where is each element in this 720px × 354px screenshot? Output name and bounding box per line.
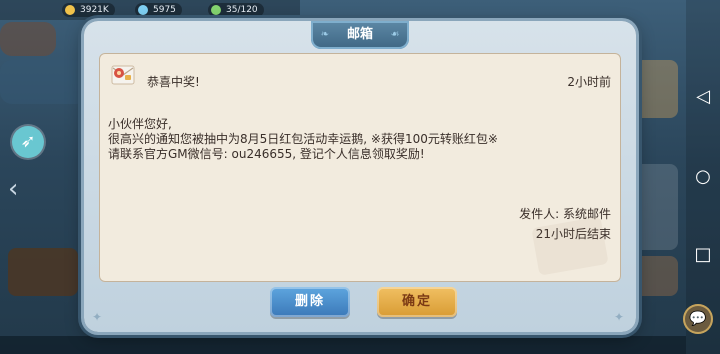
corner-ornament-right-icon: ✦ (614, 310, 625, 324)
confirm-button[interactable]: 确定 (377, 287, 457, 317)
corner-ornament-left-icon: ✦ (92, 310, 103, 324)
android-navigation-bar: ◁ ○ □ (686, 0, 720, 354)
stamina-value: 35/120 (226, 5, 258, 15)
title-ornament-right-icon: ☙ (390, 29, 400, 40)
right-side-panels (630, 60, 680, 320)
mission-card[interactable] (630, 164, 678, 250)
chat-icon[interactable]: 💬 (683, 304, 713, 334)
mail-body: 小伙伴您好, 很高兴的通知您被抽中为8月5日红包活动幸运鹅, ※获得100元转账… (108, 117, 498, 162)
rocket-icon[interactable]: ➶ (12, 126, 44, 158)
mail-icon (107, 59, 139, 91)
diamond-resource: 5975 (135, 3, 182, 17)
mail-body-line: 请联系官方GM微信号: ou246655, 登记个人信息领取奖励! (108, 147, 425, 161)
bottom-nav (0, 336, 686, 354)
bottom-tab[interactable] (120, 336, 180, 354)
mail-body-line: 小伙伴您好, (108, 117, 172, 131)
back-icon[interactable]: ◁ (694, 88, 712, 106)
event-card[interactable] (630, 60, 678, 118)
bottom-tab[interactable] (440, 336, 500, 354)
title-ornament-left-icon: ❧ (320, 29, 330, 40)
mail-sender: 发件人: 系统邮件 (519, 207, 611, 221)
mailbox-modal: ❧ 邮箱 ☙ 恭喜中奖! 2小时前 小伙伴您好, 很高兴的通知您被抽中为8月5日… (84, 21, 636, 332)
diamond-icon (138, 5, 148, 15)
recents-icon[interactable]: □ (694, 246, 712, 264)
avatar (0, 22, 56, 56)
bottom-tab[interactable] (360, 336, 420, 354)
mail-subject: 恭喜中奖! (147, 75, 200, 89)
mail-content-panel: 恭喜中奖! 2小时前 小伙伴您好, 很高兴的通知您被抽中为8月5日红包活动幸运鹅… (99, 53, 621, 282)
bottom-tab[interactable] (520, 336, 580, 354)
diamond-value: 5975 (153, 5, 176, 15)
mail-body-line: 很高兴的通知您被抽中为8月5日红包活动幸运鹅, ※获得100元转账红包※ (108, 132, 498, 146)
modal-title-bar: ❧ 邮箱 ☙ (311, 21, 409, 49)
stamina-icon (211, 5, 221, 15)
stamina-resource: 35/120 (208, 3, 264, 17)
modal-title: 邮箱 (346, 27, 373, 42)
gold-value: 3921K (80, 5, 109, 15)
left-event-icons (0, 60, 88, 104)
coin-icon (65, 5, 75, 15)
shop-card[interactable] (630, 256, 678, 296)
home-icon[interactable]: ○ (694, 168, 712, 186)
delete-button[interactable]: 删除 (270, 287, 350, 317)
bottom-tab[interactable] (280, 336, 340, 354)
mail-time: 2小时前 (567, 75, 611, 89)
side-quest-panel[interactable] (8, 248, 78, 296)
chevron-left-icon[interactable]: ‹ (8, 176, 18, 202)
gold-resource: 3921K (62, 3, 115, 17)
resource-topbar: 3921K 5975 35/120 (0, 0, 300, 20)
mail-expiry: 21小时后结束 (535, 227, 611, 241)
bottom-tab[interactable] (200, 336, 260, 354)
